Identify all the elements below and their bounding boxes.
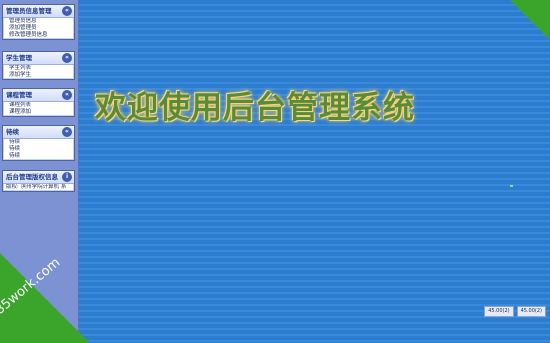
menu-todo-1[interactable]: 待续	[3, 139, 74, 146]
status-right: 45.00(2)	[516, 306, 546, 317]
status-bar: 45.00(2) 45.00(2)	[484, 306, 546, 317]
panel-courses: 课程管理 « 课程列表 课程添加	[2, 88, 75, 117]
info-icon[interactable]: i	[62, 172, 72, 182]
collapse-icon[interactable]: «	[62, 90, 72, 100]
welcome-title: 欢迎使用后台管理系统	[95, 90, 415, 126]
menu-admin-info[interactable]: 管理员信息	[3, 18, 74, 25]
copyright-text: 版权: 滨州学院计算机 系	[6, 184, 67, 190]
collapse-icon[interactable]: «	[62, 6, 72, 16]
menu-student-list[interactable]: 学生列表	[3, 65, 74, 72]
panel-admin-info-title[interactable]: 管理员信息管理 «	[3, 5, 74, 18]
panel-copyright-title: 后台管理版权信息 i	[3, 171, 74, 184]
dot-mark	[510, 185, 513, 187]
menu-add-student[interactable]: 添加学生	[3, 72, 74, 79]
menu-course-list[interactable]: 课程列表	[3, 102, 74, 109]
status-left: 45.00(2)	[484, 306, 514, 317]
menu-todo-3[interactable]: 待续	[3, 153, 74, 160]
menu-add-admin[interactable]: 添加管理员	[3, 25, 74, 32]
panel-copyright: 后台管理版权信息 i 版权: 滨州学院计算机 系	[2, 170, 75, 192]
panel-students-title[interactable]: 学生管理 «	[3, 52, 74, 65]
main-content	[79, 0, 550, 343]
panel-todo: 待续 « 待续 待续 待续	[2, 125, 75, 161]
corner-ribbon-top-right	[510, 0, 550, 40]
panel-todo-title[interactable]: 待续 «	[3, 126, 74, 139]
menu-add-course[interactable]: 课程添加	[3, 109, 74, 116]
panel-courses-title[interactable]: 课程管理 «	[3, 89, 74, 102]
menu-edit-admin[interactable]: 修改管理员信息	[3, 32, 74, 39]
panel-admin-info: 管理员信息管理 « 管理员信息 添加管理员 修改管理员信息	[2, 4, 75, 40]
collapse-icon[interactable]: «	[62, 127, 72, 137]
menu-todo-2[interactable]: 待续	[3, 146, 74, 153]
panel-students: 学生管理 « 学生列表 添加学生	[2, 51, 75, 80]
collapse-icon[interactable]: «	[62, 53, 72, 63]
